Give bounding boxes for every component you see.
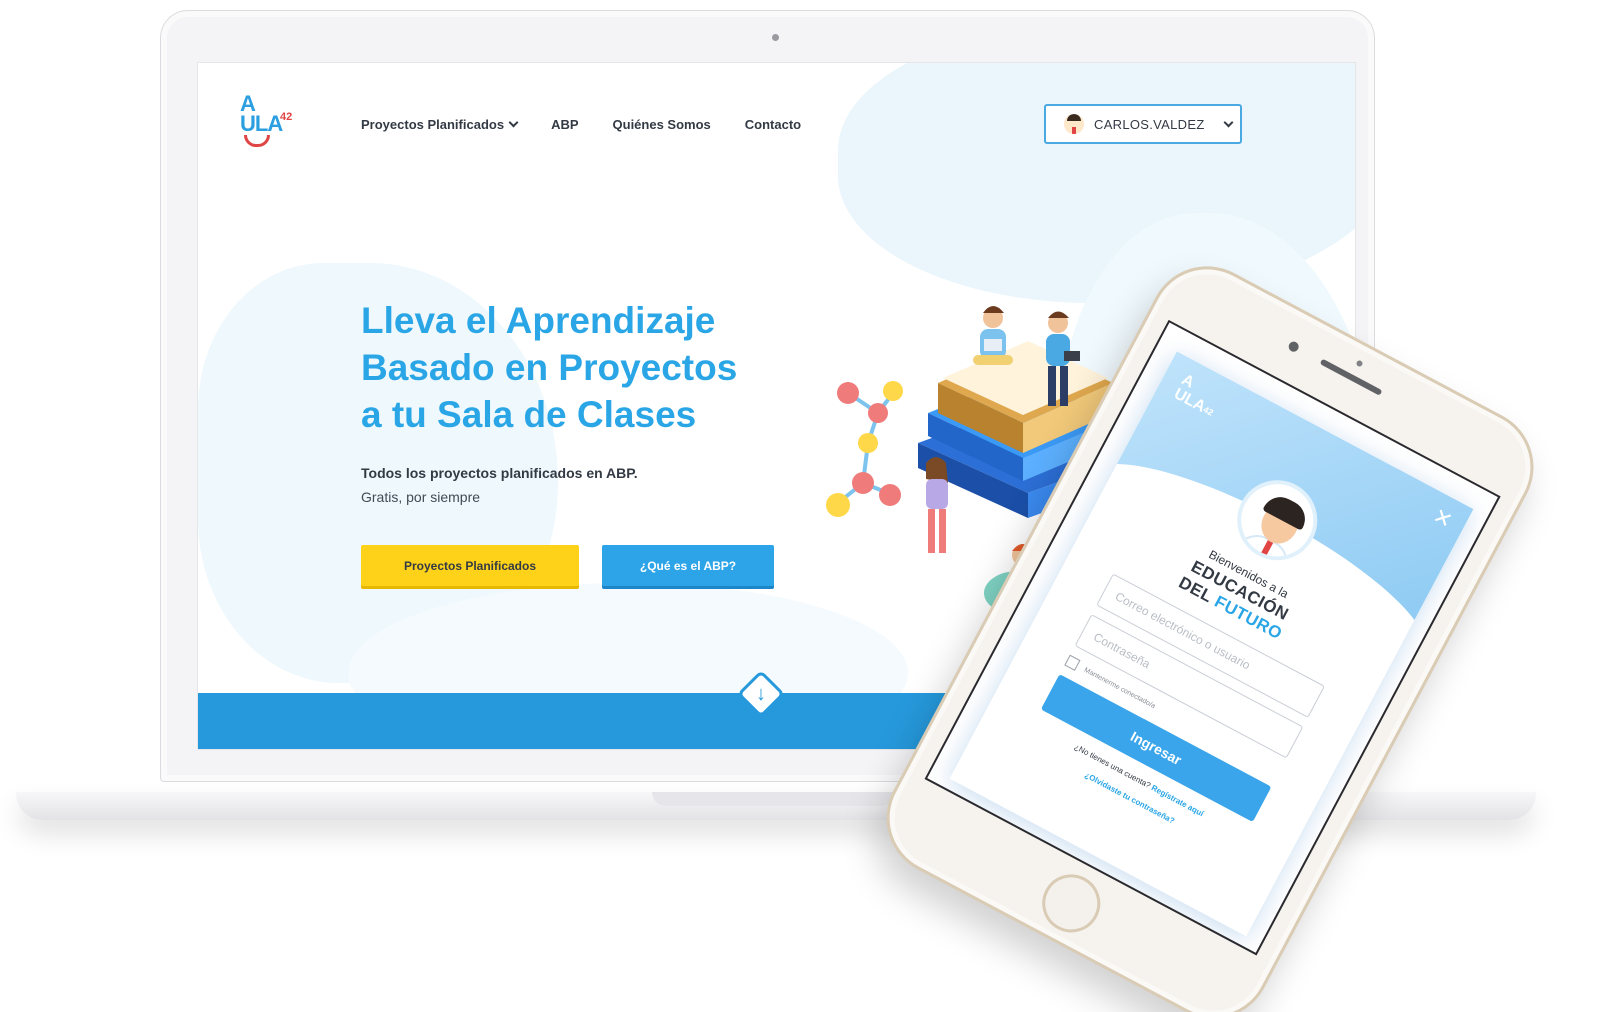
hero-subtitle: Todos los proyectos planificados en ABP. (361, 465, 638, 481)
nav-item-quienes-somos[interactable]: Quiénes Somos (613, 117, 711, 132)
nav-item-contacto[interactable]: Contacto (745, 117, 801, 132)
hero-title-line: Basado en Proyectos (361, 347, 738, 388)
nav-item-abp[interactable]: ABP (551, 117, 578, 132)
main-nav: Proyectos Planificados ABP Quiénes Somos… (361, 117, 801, 132)
avatar (1064, 114, 1084, 134)
molecule-illustration (826, 381, 903, 517)
hero-title: Lleva el Aprendizaje Basado en Proyectos… (361, 297, 821, 438)
hero-title-line: a tu Sala de Clases (361, 394, 697, 435)
nav-item-proyectos[interactable]: Proyectos Planificados (361, 117, 519, 132)
proyectos-planificados-button[interactable]: Proyectos Planificados (361, 545, 579, 586)
nav-item-label: ABP (551, 117, 579, 132)
que-es-abp-button[interactable]: ¿Qué es el ABP? (602, 545, 774, 586)
smile-icon (244, 135, 270, 147)
laptop-camera (772, 34, 779, 41)
hero-tagline: Gratis, por siempre (361, 489, 481, 505)
logo-superscript: 42 (280, 111, 293, 123)
nav-item-label: Contacto (744, 117, 802, 132)
laptop-notch (652, 792, 896, 806)
nav-item-label: Proyectos Planificados (361, 117, 505, 132)
username: CARLOS.VALDEZ (1094, 116, 1205, 132)
nav-item-label: Quiénes Somos (612, 117, 711, 132)
remember-me-checkbox[interactable] (1064, 654, 1081, 671)
site-logo[interactable]: A ULA 42 (240, 91, 296, 153)
down-arrow-icon: ↓ (756, 683, 766, 705)
hero-title-line: Lleva el Aprendizaje (361, 300, 716, 341)
logo-text: ULA (240, 111, 283, 136)
user-menu-button[interactable]: CARLOS.VALDEZ (1044, 104, 1242, 144)
chevron-down-icon (1223, 117, 1234, 127)
chevron-down-icon (508, 117, 519, 128)
